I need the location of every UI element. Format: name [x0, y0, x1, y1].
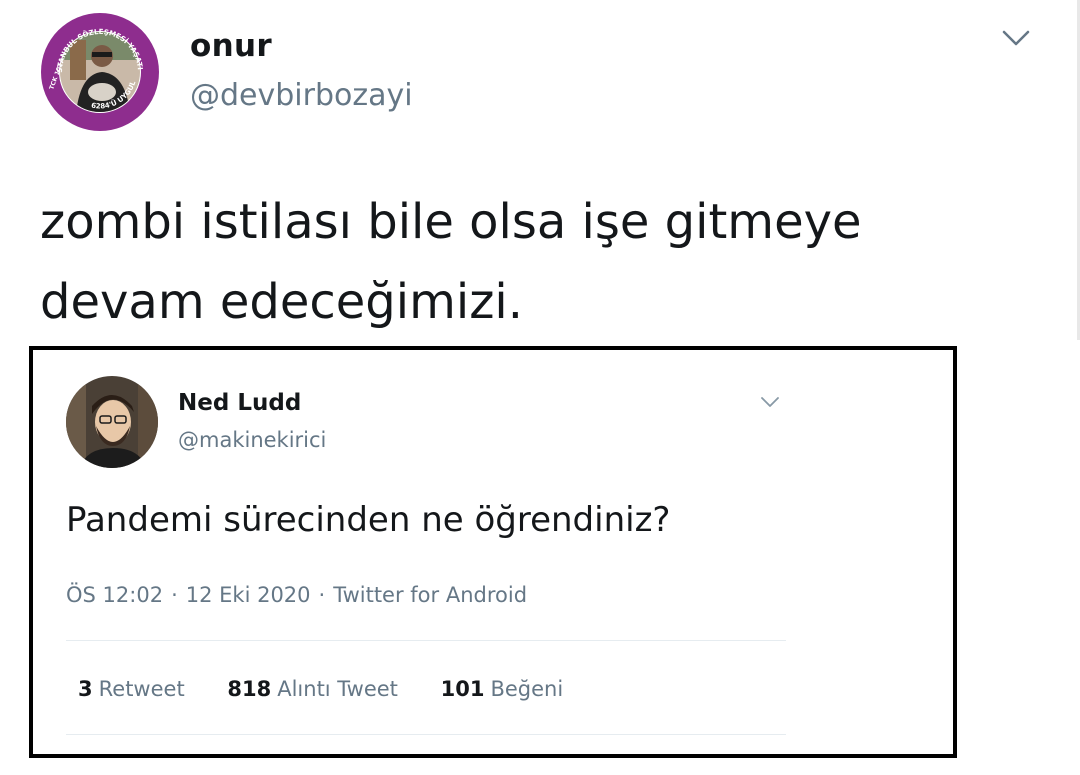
- retweets-label: Retweet: [98, 677, 185, 701]
- chevron-down-icon[interactable]: [1000, 26, 1032, 50]
- quoted-author-avatar[interactable]: [66, 376, 158, 468]
- meta-separator: ·: [171, 583, 178, 607]
- tweet-time[interactable]: ÖS 12:02: [66, 583, 163, 607]
- tweet-date[interactable]: 12 Eki 2020: [186, 583, 311, 607]
- quotes-stat[interactable]: 818 Alıntı Tweet: [227, 677, 398, 701]
- quoted-tweet[interactable]: Ned Ludd @makinekirici Pandemi sürecinde…: [29, 346, 957, 758]
- quoted-author-handle[interactable]: @makinekirici: [178, 428, 326, 452]
- quoted-tweet-text: Pandemi sürecinden ne öğrendiniz?: [66, 500, 671, 540]
- likes-count: 101: [440, 677, 485, 701]
- tweet-meta: ÖS 12:02 · 12 Eki 2020 · Twitter for Android: [66, 583, 527, 607]
- tweet-stats: 3 Retweet 818 Alıntı Tweet 101 Beğeni: [78, 677, 599, 701]
- tweet-text: zombi istilası bile olsa işe gitmeye dev…: [40, 182, 1000, 342]
- tweet-text-line-2: devam edeceğimizi.: [40, 274, 523, 330]
- retweets-count: 3: [78, 677, 93, 701]
- quotes-label: Alıntı Tweet: [277, 677, 398, 701]
- meta-separator: ·: [318, 583, 326, 607]
- tweet-source[interactable]: Twitter for Android: [333, 583, 527, 607]
- author-name[interactable]: onur: [190, 28, 272, 64]
- chevron-down-icon[interactable]: [759, 394, 781, 410]
- quoted-author-name[interactable]: Ned Ludd: [178, 390, 301, 416]
- likes-stat[interactable]: 101 Beğeni: [441, 677, 564, 701]
- divider: [66, 640, 786, 641]
- quotes-count: 818: [227, 677, 272, 701]
- author-avatar[interactable]: İSTANBUL SÖZLEŞMESİ YAŞATIR 6284'Ü UYGUL…: [37, 5, 160, 132]
- likes-label: Beğeni: [490, 677, 564, 701]
- author-handle[interactable]: @devbirbozayi: [190, 78, 413, 113]
- tweet-text-line-1: zombi istilası bile olsa işe gitmeye: [40, 194, 862, 250]
- divider: [66, 734, 786, 735]
- retweets-stat[interactable]: 3 Retweet: [78, 677, 185, 701]
